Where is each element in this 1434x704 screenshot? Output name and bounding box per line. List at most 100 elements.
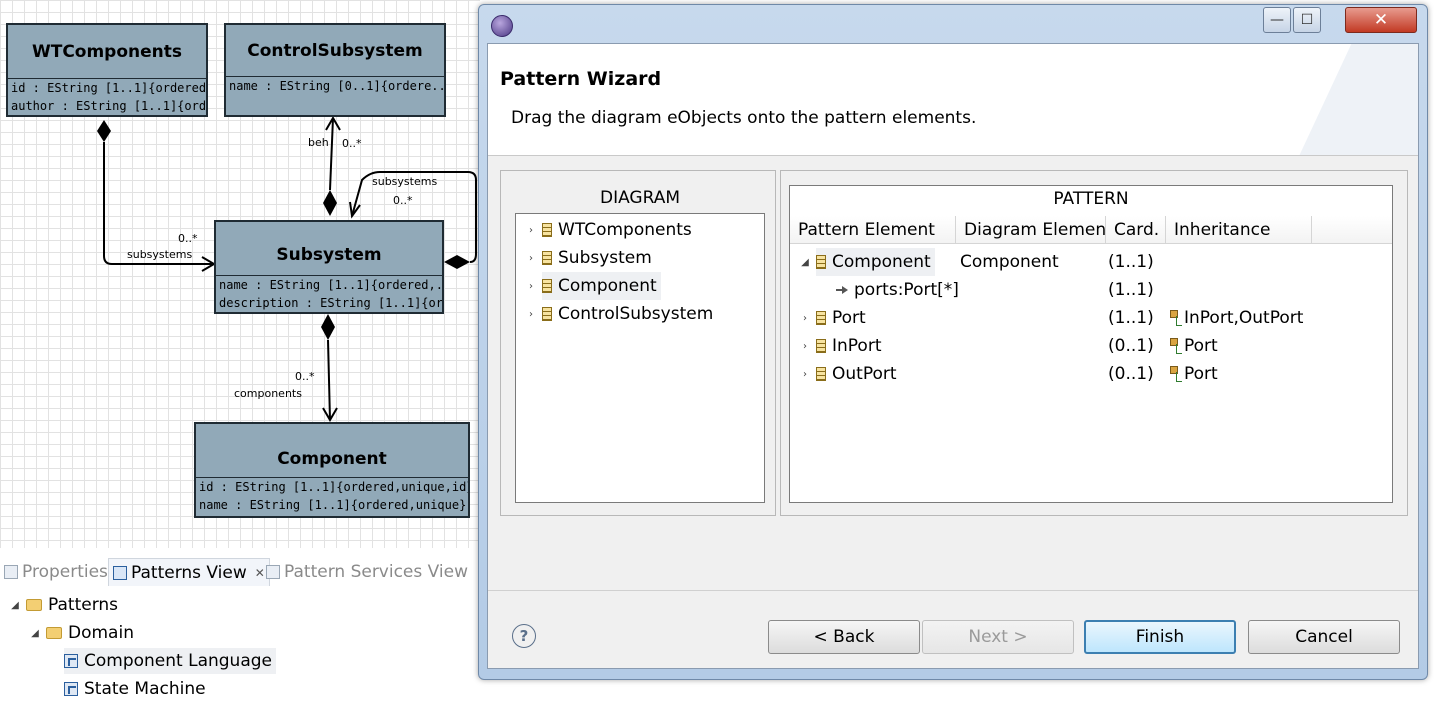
cardinality-label: 0..* xyxy=(295,370,315,383)
expand-icon[interactable]: › xyxy=(526,309,536,320)
expand-icon[interactable]: › xyxy=(800,313,810,324)
diagram-item-label: Component xyxy=(558,276,657,296)
eclass-icon xyxy=(816,255,826,269)
back-button[interactable]: < Back xyxy=(768,620,920,654)
tab-patterns-view[interactable]: Patterns View ✕ xyxy=(108,558,270,586)
diagram-group: DIAGRAM › WTComponents › Subsystem › Com… xyxy=(500,170,776,516)
diagram-item-subsystem[interactable]: › Subsystem xyxy=(526,244,652,272)
class-name: WTComponents xyxy=(8,25,206,79)
pattern-element-label: InPort xyxy=(832,336,882,356)
tab-properties[interactable]: Properties xyxy=(4,558,108,586)
role-label-beh: beh xyxy=(308,136,329,149)
class-subsystem[interactable]: Subsystem name : EString [1..1]{ordered,… xyxy=(214,220,444,314)
supertype-icon xyxy=(1168,366,1182,382)
title-bar[interactable]: — ☐ ✕ xyxy=(479,5,1427,45)
role-label-subsystems: subsystems xyxy=(372,175,438,188)
card-cell: (0..1) xyxy=(1108,364,1154,384)
diagram-tree[interactable]: › WTComponents › Subsystem › Component ›… xyxy=(515,213,765,503)
tree-item-component-language[interactable]: Component Language xyxy=(64,648,276,674)
tree-item-patterns[interactable]: ◢ Patterns xyxy=(10,592,118,618)
properties-icon xyxy=(4,565,18,579)
tab-pattern-services-view[interactable]: Pattern Services View xyxy=(266,558,468,586)
expand-icon[interactable]: › xyxy=(526,225,536,236)
help-icon[interactable]: ? xyxy=(512,624,536,648)
tree-item-state-machine[interactable]: State Machine xyxy=(64,676,206,702)
expand-icon[interactable]: › xyxy=(800,369,810,380)
inheritance-cell: InPort,OutPort xyxy=(1168,304,1303,332)
close-icon: ✕ xyxy=(1373,10,1389,30)
inheritance-label: Port xyxy=(1184,364,1218,384)
minimize-button[interactable]: — xyxy=(1263,7,1291,33)
close-button[interactable]: ✕ xyxy=(1345,7,1417,33)
diagram-item-label: WTComponents xyxy=(558,220,692,240)
patterns-view-icon xyxy=(113,565,127,580)
header-decoration xyxy=(1295,44,1418,155)
wizard-title: Pattern Wizard xyxy=(500,68,662,90)
folder-icon xyxy=(46,627,62,639)
inheritance-icon xyxy=(1168,310,1182,326)
pattern-panel-title: PATTERN xyxy=(1053,189,1129,209)
composition-diamond xyxy=(97,120,111,142)
folder-icon xyxy=(26,599,42,611)
class-wtcomponents[interactable]: WTComponents id : EString [1..1]{ordered… xyxy=(6,23,208,117)
class-attribute: id : EString [1..1]{ordered,unique,id} xyxy=(199,480,468,494)
expand-icon[interactable]: › xyxy=(526,253,536,264)
finish-button[interactable]: Finish xyxy=(1084,620,1236,654)
eclass-icon xyxy=(542,251,552,265)
eclass-icon xyxy=(542,279,552,293)
cancel-button[interactable]: Cancel xyxy=(1248,620,1400,654)
pattern-services-icon xyxy=(266,565,280,579)
diagram-item-wtcomponents[interactable]: › WTComponents xyxy=(526,216,692,244)
column-header-inheritance[interactable]: Inheritance xyxy=(1166,216,1312,244)
column-header-diagram-element[interactable]: Diagram Element xyxy=(956,216,1113,244)
pattern-element-label: Component xyxy=(832,252,931,272)
reference-arrow-icon xyxy=(836,285,848,295)
maximize-button[interactable]: ☐ xyxy=(1293,7,1321,33)
class-controlsubsystem[interactable]: ControlSubsystem name : EString [0..1]{o… xyxy=(224,23,446,117)
diagram-item-controlsubsystem[interactable]: › ControlSubsystem xyxy=(526,300,713,328)
pattern-icon xyxy=(64,682,78,696)
pattern-row-outport[interactable]: › OutPort xyxy=(800,360,897,388)
column-header-pattern-element[interactable]: Pattern Element xyxy=(790,216,956,244)
dialog-client-area: Pattern Wizard Drag the diagram eObjects… xyxy=(487,43,1419,669)
diagram-item-component[interactable]: › Component xyxy=(526,272,661,300)
expand-icon[interactable]: › xyxy=(526,281,536,292)
class-attribute: name : EString [0..1]{ordere... xyxy=(229,79,444,93)
diagram-element-cell[interactable]: Component xyxy=(960,248,1059,276)
close-icon[interactable]: ✕ xyxy=(255,566,265,580)
diagram-panel: DIAGRAM › WTComponents › Subsystem › Com… xyxy=(515,185,765,503)
role-label-subsystems: subsystems xyxy=(127,248,193,261)
card-cell: (1..1) xyxy=(1108,280,1154,300)
class-attribute: name : EString [1..1]{ordered,unique} xyxy=(199,498,467,512)
class-component[interactable]: Component id : EString [1..1]{ordered,un… xyxy=(194,422,470,518)
class-attribute: description : EString [1..1]{or... xyxy=(219,296,442,310)
cardinality-label: 0..* xyxy=(342,137,362,150)
composition-diamond xyxy=(321,314,335,340)
pattern-row-port[interactable]: › Port xyxy=(800,304,866,332)
wizard-message: Drag the diagram eObjects onto the patte… xyxy=(511,108,977,128)
collapse-icon[interactable]: ◢ xyxy=(800,257,810,268)
column-header-filler xyxy=(1312,216,1392,244)
card-cell: (0..1) xyxy=(1108,336,1154,356)
pattern-row-component[interactable]: ◢ Component xyxy=(800,248,935,276)
expand-icon[interactable]: ◢ xyxy=(30,628,40,639)
supertype-icon xyxy=(1168,338,1182,354)
eclass-icon xyxy=(816,339,826,353)
cardinality-label: 0..* xyxy=(178,232,198,245)
pattern-row-ports[interactable]: ports:Port[*] xyxy=(836,276,959,304)
pattern-row-inport[interactable]: › InPort xyxy=(800,332,882,360)
column-header-card[interactable]: Card. xyxy=(1106,216,1166,244)
tree-item-label: State Machine xyxy=(84,679,206,699)
next-button[interactable]: Next > xyxy=(922,620,1074,654)
pattern-wizard-dialog: — ☐ ✕ Pattern Wizard Drag the diagram eO… xyxy=(478,4,1428,680)
inheritance-cell: Port xyxy=(1168,360,1218,388)
eclipse-icon xyxy=(491,15,513,37)
card-cell: (1..1) xyxy=(1108,308,1154,328)
expand-icon[interactable]: › xyxy=(800,341,810,352)
inheritance-cell: Port xyxy=(1168,332,1218,360)
tree-item-domain[interactable]: ◢ Domain xyxy=(30,620,134,646)
cardinality-label: 0..* xyxy=(393,194,413,207)
diagram-canvas[interactable]: WTComponents id : EString [1..1]{ordered… xyxy=(0,0,480,548)
eclass-icon xyxy=(816,367,826,381)
expand-icon[interactable]: ◢ xyxy=(10,600,20,611)
